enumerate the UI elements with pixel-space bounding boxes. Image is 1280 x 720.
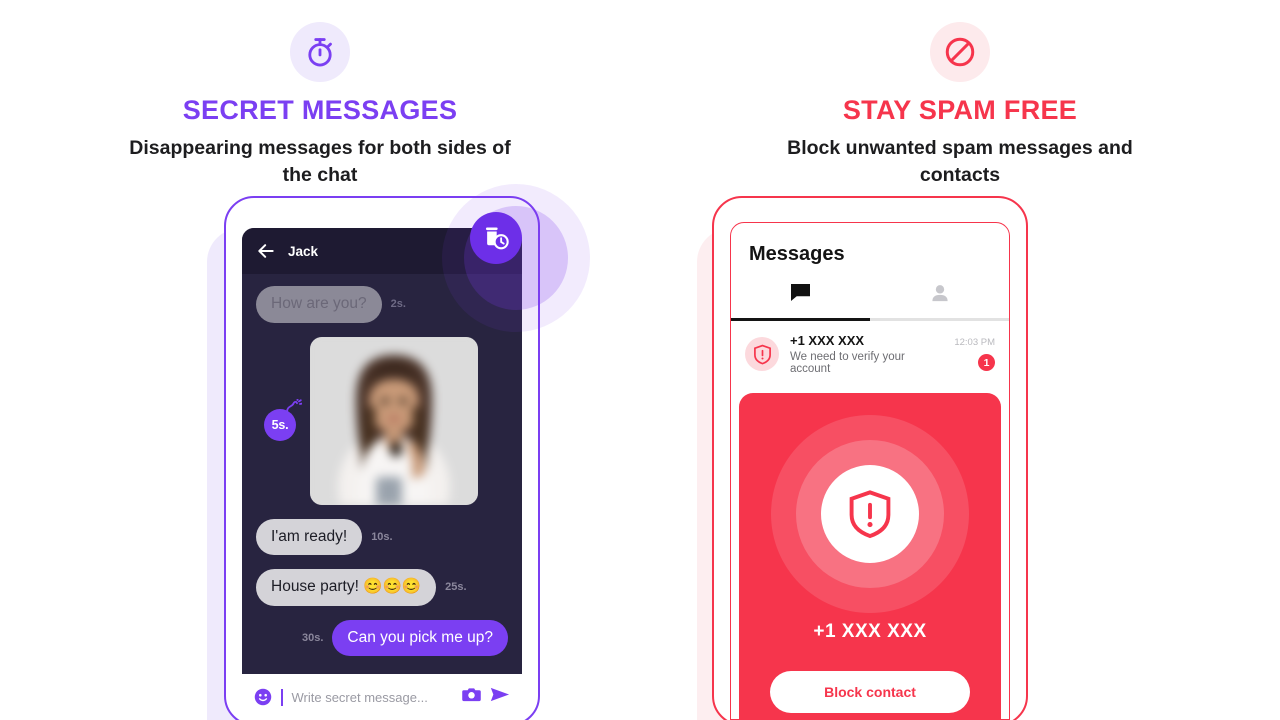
- bomb-timer-icon: 5s.: [264, 398, 302, 441]
- conversation-time: 12:03 PM: [954, 337, 995, 348]
- block-contact-button[interactable]: Block contact: [770, 671, 970, 713]
- feature-screens-stage: SECRET MESSAGES Disappearing messages fo…: [0, 0, 1280, 720]
- person-icon: [930, 283, 950, 308]
- screen-title: Messages: [749, 243, 845, 265]
- conversation-meta: 12:03 PM 1: [954, 337, 995, 371]
- message-timer: 10s.: [371, 530, 393, 543]
- message-bubble: House party! 😊😊😊: [256, 569, 437, 606]
- back-arrow-icon[interactable]: [256, 241, 276, 261]
- tab-bar: [731, 272, 1009, 318]
- message-bubble: How are you?: [256, 286, 382, 323]
- message-bubble: I'am ready!: [256, 518, 363, 556]
- tab-indicator: [731, 318, 1009, 321]
- conversation-name: +1 XXX XXX: [790, 333, 865, 348]
- chat-message-list: How are you? 2s. 5s. I'am ready! 10s. Ho…: [242, 274, 522, 720]
- message-image[interactable]: [310, 336, 478, 505]
- chat-message-row: 30s. Can you pick me up?: [256, 619, 508, 657]
- tab-contacts[interactable]: [870, 272, 1009, 318]
- block-circle-icon: [930, 22, 990, 82]
- chat-contact-name: Jack: [288, 243, 319, 259]
- left-header: SECRET MESSAGES Disappearing messages fo…: [0, 22, 640, 189]
- camera-icon[interactable]: [462, 686, 481, 708]
- page-subtitle: Disappearing messages for both sides of …: [129, 136, 511, 186]
- text-caret: [281, 688, 283, 706]
- chat-bubble-icon: [790, 283, 811, 307]
- message-timer: 30s.: [301, 632, 324, 645]
- panel-stay-spam-free: STAY SPAM FREE Block unwanted spam messa…: [640, 0, 1280, 720]
- secret-message-input[interactable]: Write secret message...: [292, 690, 454, 705]
- message-bubble: Can you pick me up?: [332, 619, 508, 657]
- tab-indicator-idle: [870, 318, 1009, 321]
- message-timer: 25s.: [445, 581, 467, 594]
- panel-secret-messages: SECRET MESSAGES Disappearing messages fo…: [0, 0, 640, 720]
- send-icon[interactable]: [490, 686, 510, 708]
- message-timer: 2s.: [390, 298, 406, 311]
- smiley-icon[interactable]: [254, 688, 272, 706]
- message-timer: 5s.: [264, 408, 296, 441]
- chat-message-row: House party! 😊😊😊 25s.: [256, 569, 508, 606]
- unread-badge: 1: [978, 354, 995, 371]
- message-composer[interactable]: Write secret message...: [242, 674, 522, 720]
- stopwatch-icon: [290, 22, 350, 82]
- block-contact-card: +1 XXX XXX Block contact: [739, 393, 1001, 719]
- tab-chats[interactable]: [731, 272, 870, 318]
- messages-screen: Messages +1 XXX XXX We need to verify yo…: [730, 222, 1010, 720]
- page-title: STAY SPAM FREE: [842, 95, 1078, 125]
- shield-alert-icon: [745, 337, 779, 371]
- shield-alert-icon: [821, 465, 919, 563]
- right-header: STAY SPAM FREE Block unwanted spam messa…: [640, 22, 1280, 189]
- page-title: SECRET MESSAGES: [182, 95, 458, 125]
- disappearing-timer-button[interactable]: [470, 212, 522, 264]
- blocked-number: +1 XXX XXX: [813, 621, 927, 642]
- page-subtitle: Block unwanted spam messages and contact…: [787, 136, 1133, 186]
- conversation-preview: We need to verify your account: [790, 351, 905, 375]
- conversation-text: +1 XXX XXX We need to verify your accoun…: [790, 333, 943, 375]
- chat-message-row: I'am ready! 10s.: [256, 518, 508, 556]
- tab-indicator-active: [731, 318, 870, 321]
- chat-image-row: 5s.: [256, 336, 508, 505]
- conversation-row[interactable]: +1 XXX XXX We need to verify your accoun…: [731, 321, 1009, 387]
